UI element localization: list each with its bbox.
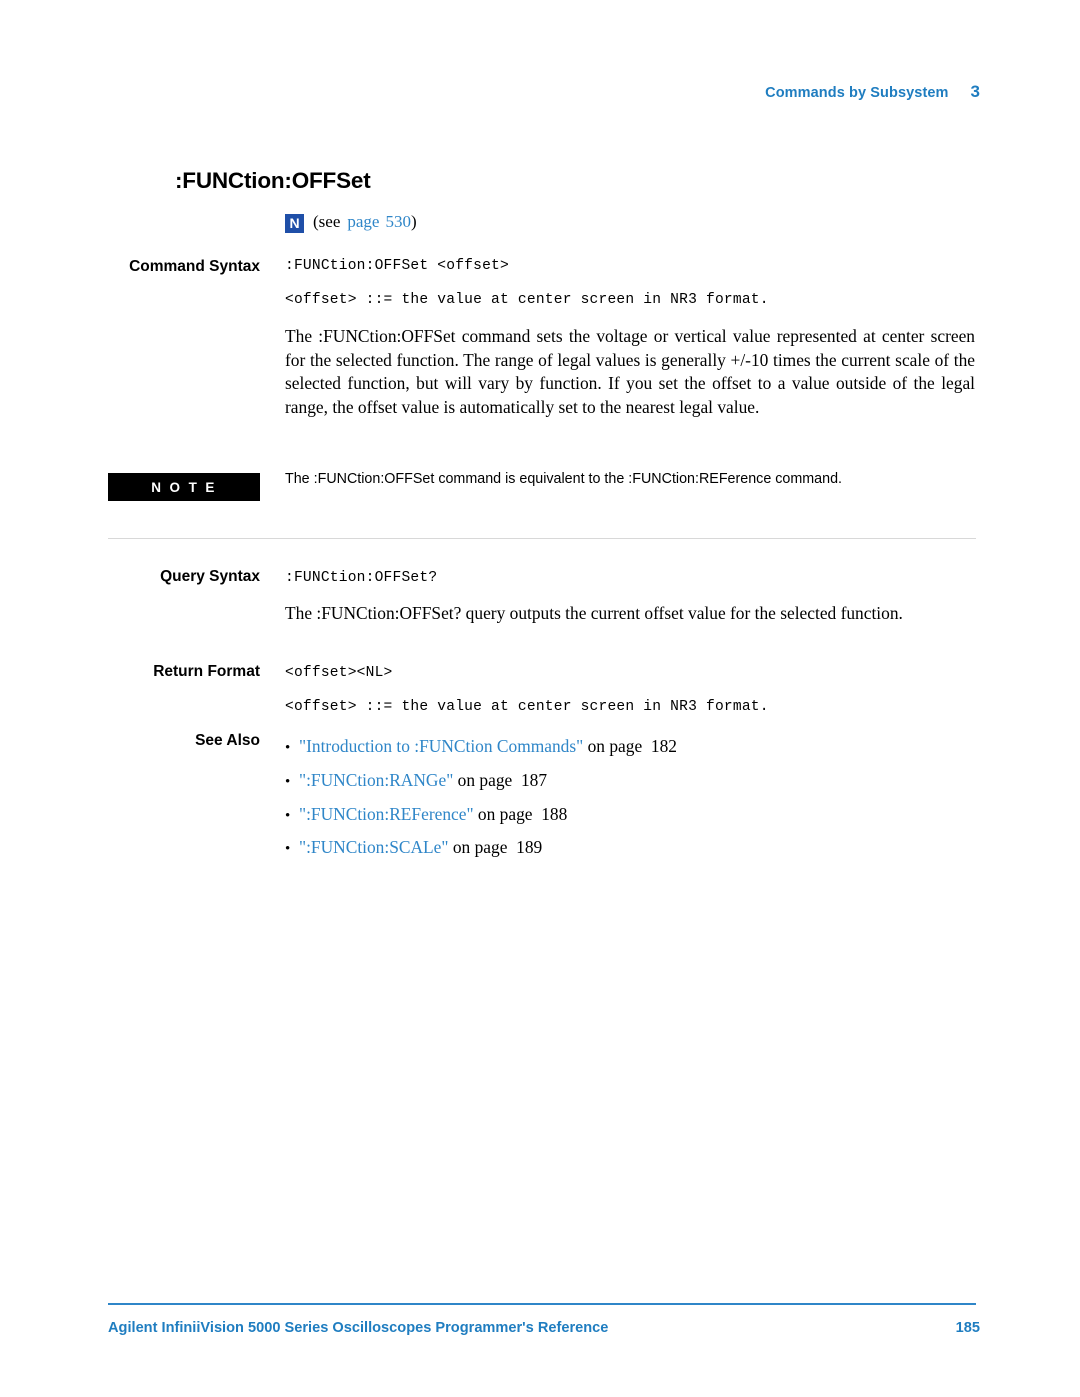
footer-document-title: Agilent InfiniiVision 5000 Series Oscill…	[108, 1320, 609, 1336]
see-page-link[interactable]: page	[347, 212, 379, 232]
see-page-number[interactable]: 530	[385, 212, 411, 232]
list-item: • ":FUNCtion:RANGe" on page 187	[285, 765, 985, 799]
see-also-page: 187	[520, 769, 548, 790]
query-description: The :FUNCtion:OFFSet? query outputs the …	[285, 603, 903, 623]
bullet-icon: •	[285, 740, 291, 756]
page-header: Commands by Subsystem 3	[765, 82, 980, 102]
footer-divider	[108, 1303, 976, 1305]
see-also-suffix: on page	[452, 837, 508, 858]
label-return-format: Return Format	[153, 663, 260, 680]
header-chapter-number: 3	[970, 82, 980, 101]
header-subsystem-title: Commands by Subsystem	[765, 85, 949, 101]
list-item: • ":FUNCtion:SCALe" on page 189	[285, 832, 985, 866]
availability-note: N (see page 530 )	[285, 212, 417, 233]
label-query-syntax: Query Syntax	[160, 568, 260, 585]
see-also-link[interactable]: "Introduction to :FUNCtion Commands"	[299, 736, 583, 756]
see-also-suffix: on page	[477, 803, 533, 824]
command-description: The :FUNCtion:OFFSet command sets the vo…	[285, 326, 975, 418]
label-see-also: See Also	[195, 732, 260, 749]
see-also-link[interactable]: ":FUNCtion:RANGe"	[299, 770, 453, 790]
return-format-line-2: <offset> ::= the value at center screen …	[285, 699, 769, 715]
command-syntax-line-2: <offset> ::= the value at center screen …	[285, 292, 769, 308]
see-also-link[interactable]: ":FUNCtion:REFerence"	[299, 804, 474, 824]
see-also-list: • "Introduction to :FUNCtion Commands" on…	[285, 731, 985, 866]
see-also-page: 188	[541, 803, 568, 824]
note-text: The :FUNCtion:OFFSet command is equivale…	[285, 471, 842, 487]
command-syntax-line-1: :FUNCtion:OFFSet <offset>	[285, 258, 509, 274]
see-also-page: 189	[516, 837, 543, 858]
see-also-suffix: on page	[457, 769, 513, 790]
see-paren-close: )	[410, 212, 417, 231]
note-divider	[108, 538, 976, 539]
bullet-icon: •	[285, 807, 291, 824]
page-title: :FUNCtion:OFFSet	[175, 168, 371, 193]
n-badge-icon: N	[285, 213, 304, 233]
return-format-line-1: <offset><NL>	[285, 665, 393, 681]
see-text: (see	[313, 212, 341, 231]
query-syntax-line-1: :FUNCtion:OFFSet?	[285, 570, 438, 586]
label-command-syntax: Command Syntax	[129, 258, 260, 275]
list-item: • ":FUNCtion:REFerence" on page 188	[285, 799, 985, 833]
bullet-icon: •	[285, 841, 291, 858]
see-also-link[interactable]: ":FUNCtion:SCALe"	[299, 837, 448, 857]
list-item: • "Introduction to :FUNCtion Commands" on…	[285, 731, 985, 765]
bullet-icon: •	[285, 773, 291, 790]
see-also-page: 182	[650, 736, 677, 756]
footer-page-number: 185	[955, 1320, 980, 1336]
note-badge: N O T E	[108, 473, 260, 501]
see-also-suffix: on page	[587, 736, 643, 756]
document-page: Commands by Subsystem 3 :FUNCtion:OFFSet…	[0, 0, 1080, 1397]
